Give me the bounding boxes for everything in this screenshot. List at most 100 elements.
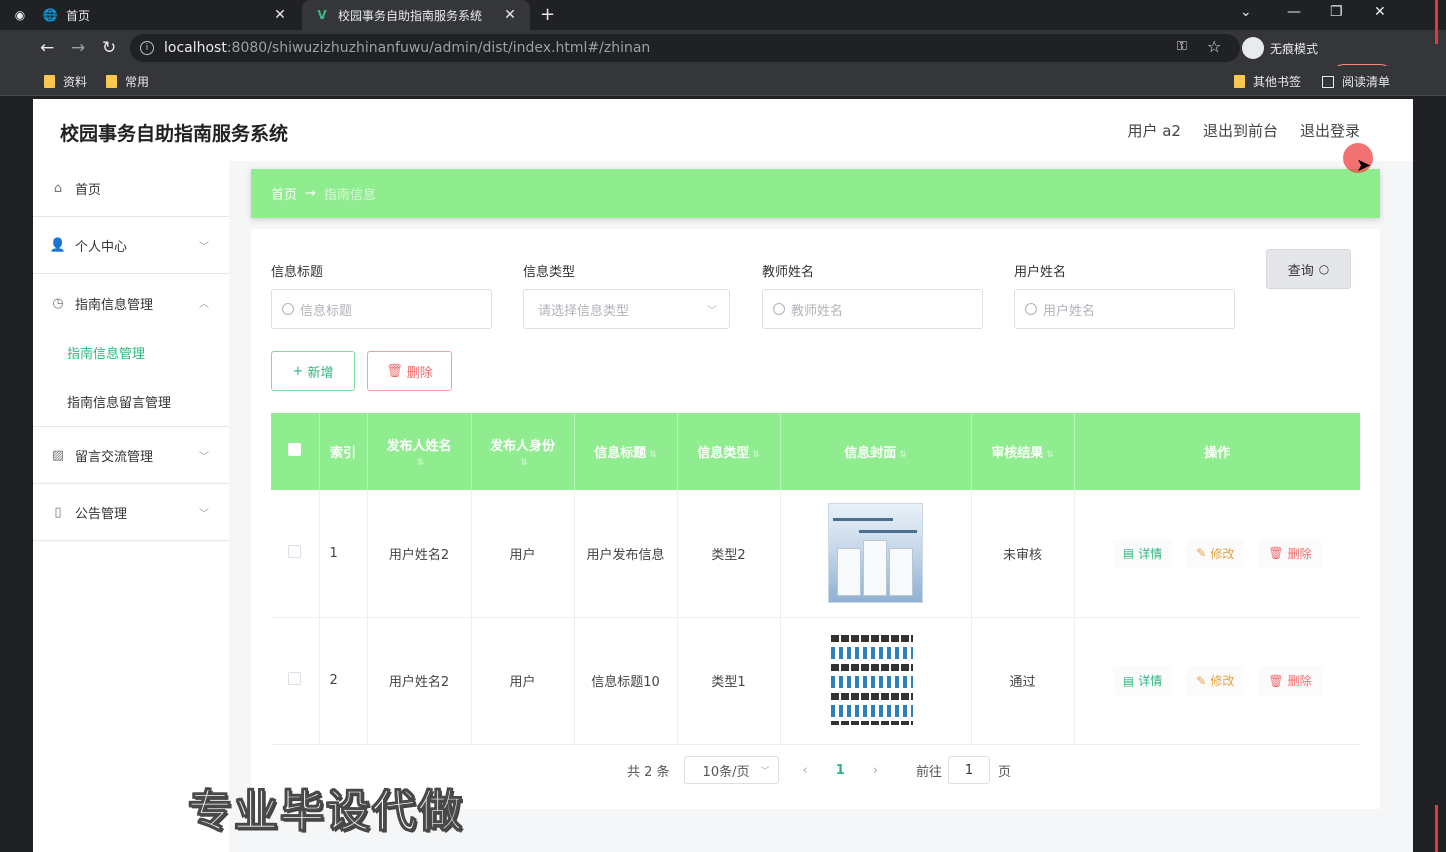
column-header-label: 信息标题 — [594, 446, 647, 461]
sidebar-item-label: 公告管理 — [75, 507, 128, 522]
column-header[interactable]: 信息封面 ⇅ — [780, 413, 972, 490]
restore-icon[interactable]: ❐ — [1330, 4, 1343, 20]
breadcrumb-home[interactable]: 首页 — [271, 184, 297, 203]
row-select-cell[interactable] — [271, 617, 320, 745]
close-icon[interactable]: ✕ — [272, 7, 288, 23]
tab-search-icon[interactable]: ⌄ — [1240, 4, 1252, 20]
column-header[interactable]: 发布人身份 ⇅ — [471, 413, 575, 490]
teacher-search-input[interactable]: 教师姓名 — [762, 289, 983, 329]
url-bar[interactable]: i localhost:8080/shiwuzizhuzhinanfuwu/ad… — [130, 34, 1240, 62]
goto-value: 1 — [964, 762, 974, 778]
table-header-row: 索引 发布人姓名 ⇅ 发布人身份 ⇅ 信息标题 ⇅ 信息类型 ⇅ 信息封面 ⇅ 审核结果 ⇅… — [271, 413, 1360, 490]
plus-icon: + — [292, 363, 304, 379]
incognito-badge[interactable]: 无痕模式 — [1242, 37, 1318, 59]
user-search-input[interactable]: 用户姓名 — [1014, 289, 1235, 329]
bookmark-item[interactable]: 其他书签 — [1234, 73, 1301, 90]
delete-button[interactable]: 🗑 删除 — [1258, 666, 1322, 695]
detail-button[interactable]: ▤ 详情 — [1112, 538, 1173, 568]
sidebar-item-personal[interactable]: 👤 个人中心 ﹀ — [33, 218, 229, 274]
sort-icon[interactable]: ⇅ — [520, 458, 528, 468]
row-checkbox[interactable] — [288, 544, 302, 558]
edit-button[interactable]: ✎ 修改 — [1186, 538, 1245, 568]
cover-image-chart-grid[interactable] — [828, 630, 923, 731]
pagination: 共 2 条 10条/页 ﹀ ‹ 1 › 前往 1 页 — [627, 756, 1011, 784]
page-size-value: 10条/页 — [702, 764, 750, 780]
next-page-icon[interactable]: › — [873, 763, 878, 778]
browser-tab-home[interactable]: ◉ 🌐 首页 ✕ — [0, 0, 300, 30]
column-header: 索引 — [319, 413, 368, 490]
column-header[interactable]: 发布人姓名 ⇅ — [367, 413, 472, 490]
sort-icon[interactable]: ⇅ — [899, 450, 907, 460]
sort-icon[interactable]: ⇅ — [417, 458, 425, 468]
total-count: 共 2 条 — [627, 764, 670, 780]
bookmark-item[interactable]: 常用 — [106, 73, 149, 90]
info-icon[interactable]: i — [140, 41, 154, 55]
column-header[interactable]: 信息类型 ⇅ — [677, 413, 781, 490]
breadcrumb-current: 指南信息 — [323, 188, 376, 203]
chevron-down-icon: ﹀ — [199, 452, 209, 463]
prev-page-icon[interactable]: ‹ — [803, 763, 808, 778]
add-button[interactable]: + 新增 — [271, 351, 355, 391]
back-icon[interactable]: ← — [40, 38, 54, 58]
key-icon[interactable]: ⚿ — [1177, 39, 1187, 54]
page-size-select[interactable]: 10条/页 ﹀ — [683, 756, 779, 784]
trash-icon: 🗑 — [1268, 546, 1284, 561]
column-header-label: 发布人姓名 — [386, 438, 452, 454]
batch-delete-button[interactable]: 🗑 删除 — [367, 351, 452, 391]
sidebar-item-label: 指南信息管理 — [75, 297, 154, 313]
edit-button[interactable]: ✎ 修改 — [1186, 666, 1245, 695]
browser-tab-app[interactable]: V 校园事务自助指南服务系统 ✕ — [302, 0, 530, 30]
goto-page-input[interactable]: 1 — [948, 756, 991, 784]
type-select[interactable]: 请选择信息类型 ﹀ — [523, 289, 730, 329]
sidebar-item-home[interactable]: ⌂ 首页 — [33, 161, 229, 217]
detail-button[interactable]: ▤ 详情 — [1112, 666, 1173, 695]
query-label: 查询 — [1287, 263, 1314, 279]
chevron-down-icon: ﹀ — [707, 306, 717, 317]
folder-icon — [1234, 75, 1245, 88]
bookmark-item[interactable]: 资料 — [44, 73, 87, 90]
close-icon[interactable]: ✕ — [502, 7, 518, 23]
sidebar-subitem-comments[interactable]: 指南信息留言管理 — [33, 377, 229, 427]
cover-cell — [780, 490, 972, 618]
sidebar-item-label: 指南信息管理 — [67, 346, 146, 362]
info-type-cell: 类型2 — [677, 490, 781, 618]
breadcrumb: 首页 → 指南信息 — [251, 169, 1380, 218]
row-checkbox[interactable] — [288, 672, 302, 685]
input-placeholder: 用户姓名 — [1043, 303, 1096, 319]
reading-list[interactable]: 阅读清单 — [1322, 73, 1390, 90]
current-page[interactable]: 1 — [836, 763, 845, 778]
select-all-cell[interactable] — [271, 413, 320, 490]
window-close-icon[interactable]: ✕ — [1374, 4, 1386, 20]
sidebar-item-messages[interactable]: ▨ 留言交流管理 ﹀ — [33, 428, 229, 484]
row-select-cell[interactable] — [271, 490, 320, 618]
back-to-front-link[interactable]: 退出到前台 — [1203, 120, 1278, 141]
sidebar-subitem-guide[interactable]: 指南信息管理 — [33, 327, 229, 377]
new-tab-icon[interactable]: + — [540, 4, 555, 25]
row-actions: ▤ 详情 ✎ 修改 🗑 删除 — [1075, 538, 1361, 568]
star-icon[interactable]: ☆ — [1207, 37, 1221, 56]
title-search-input[interactable]: 信息标题 — [271, 289, 492, 329]
publisher-identity-cell: 用户 — [471, 617, 575, 745]
folder-icon — [44, 75, 55, 88]
logout-link[interactable]: 退出登录 — [1300, 120, 1360, 141]
sort-icon[interactable]: ⇅ — [752, 450, 760, 460]
search-icon — [773, 303, 785, 315]
column-header[interactable]: 审核结果 ⇅ — [971, 413, 1075, 490]
column-header[interactable]: 信息标题 ⇅ — [574, 413, 678, 490]
sort-icon[interactable]: ⇅ — [649, 450, 657, 460]
incognito-label: 无痕模式 — [1270, 41, 1319, 56]
publisher-name-cell: 用户姓名2 — [367, 617, 472, 745]
delete-button[interactable]: 🗑 删除 — [1258, 538, 1322, 568]
reload-icon[interactable]: ↻ — [102, 38, 116, 58]
forward-icon[interactable]: → — [71, 38, 85, 58]
query-button[interactable]: 查询 ○ — [1266, 249, 1351, 289]
cover-image-platform-guide[interactable] — [828, 503, 923, 604]
select-all-checkbox[interactable] — [288, 443, 302, 456]
folder-icon — [106, 75, 117, 88]
bookmark-label: 其他书签 — [1253, 75, 1302, 89]
minimize-icon[interactable]: — — [1287, 4, 1301, 20]
sort-icon[interactable]: ⇅ — [1046, 450, 1054, 460]
sidebar-item-notices[interactable]: ▯ 公告管理 ﹀ — [33, 485, 229, 541]
sidebar-item-guide[interactable]: ◷ 指南信息管理 ︿ — [33, 275, 229, 331]
filter-user-label: 用户姓名 — [1014, 265, 1067, 280]
